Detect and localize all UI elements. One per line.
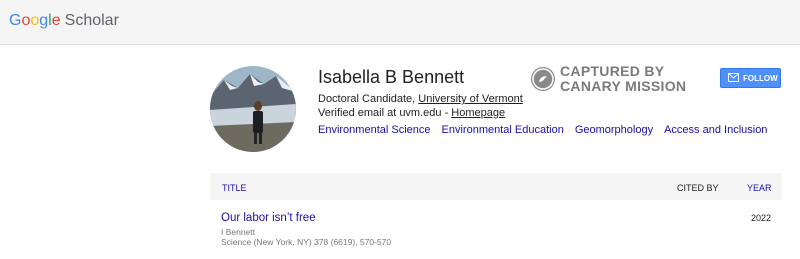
publication-authors: I Bennett xyxy=(221,227,256,237)
publications-header: TITLE CITED BY YEAR xyxy=(210,173,782,200)
canary-bird-icon xyxy=(531,67,555,91)
sort-by-year[interactable]: YEAR xyxy=(747,183,772,193)
envelope-icon xyxy=(728,73,739,82)
profile-photo-image xyxy=(210,66,296,152)
logo-letter: o xyxy=(30,12,40,29)
stamp-line-2: CANARY MISSION xyxy=(560,78,687,94)
affiliation-link[interactable]: University of Vermont xyxy=(418,93,523,105)
stamp-text: CAPTURED BY CANARY MISSION xyxy=(560,64,686,94)
research-interests: Environmental Science Environmental Educa… xyxy=(318,124,778,136)
logo-letter: e xyxy=(51,12,61,29)
profile-email: Verified email at uvm.edu - Homepage xyxy=(318,107,505,119)
stamp-line-1: CAPTURED BY xyxy=(560,63,665,79)
follow-button[interactable]: FOLLOW xyxy=(720,68,781,88)
logo-letter: g xyxy=(39,12,49,29)
email-text: Verified email at uvm.edu - xyxy=(318,107,452,119)
interest-access-and-inclusion[interactable]: Access and Inclusion xyxy=(664,124,767,136)
follow-label: FOLLOW xyxy=(743,74,778,83)
profile-affiliation: Doctoral Candidate, University of Vermon… xyxy=(318,93,523,105)
interest-environmental-science[interactable]: Environmental Science xyxy=(318,124,431,136)
table-row: Our labor isn’t free I Bennett Science (… xyxy=(210,208,782,250)
publication-title-link[interactable]: Our labor isn’t free xyxy=(221,212,316,224)
top-bar: Google Scholar xyxy=(0,0,800,45)
sort-by-title[interactable]: TITLE xyxy=(222,183,247,193)
logo-suffix: Scholar xyxy=(64,12,119,29)
profile-role: Doctoral Candidate, xyxy=(318,93,419,105)
homepage-link[interactable]: Homepage xyxy=(451,107,505,119)
google-scholar-logo[interactable]: Google Scholar xyxy=(9,12,119,30)
profile-photo xyxy=(210,66,296,152)
profile-name: Isabella B Bennett xyxy=(318,67,465,87)
interest-environmental-education[interactable]: Environmental Education xyxy=(442,124,564,136)
interest-geomorphology[interactable]: Geomorphology xyxy=(575,124,653,136)
publication-venue: Science (New York, NY) 378 (6619), 570-5… xyxy=(221,237,392,247)
publication-year: 2022 xyxy=(751,213,772,223)
cited-by-header[interactable]: CITED BY xyxy=(677,183,719,193)
logo-letter: G xyxy=(9,12,22,29)
canary-mission-stamp: CAPTURED BY CANARY MISSION xyxy=(531,64,691,96)
